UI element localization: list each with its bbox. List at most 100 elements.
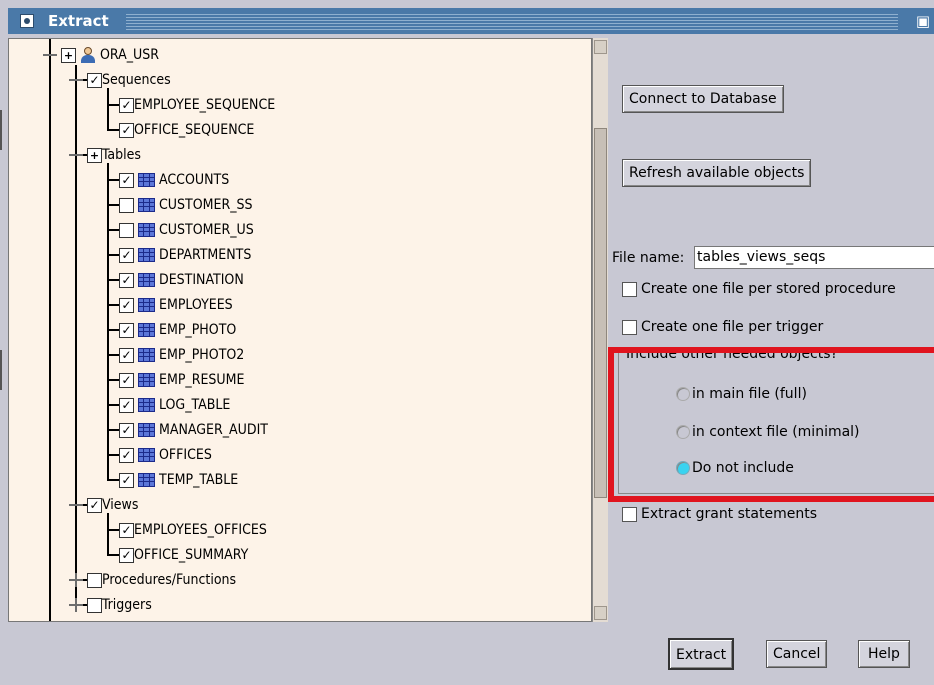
collapse-icon[interactable] bbox=[43, 48, 57, 62]
one-file-per-proc-checkbox[interactable]: Create one file per stored procedure bbox=[622, 281, 896, 297]
connect-button[interactable]: Connect to Database bbox=[622, 85, 784, 113]
one-file-per-trigger-checkbox[interactable]: Create one file per trigger bbox=[622, 319, 823, 335]
table-icon bbox=[138, 398, 155, 412]
collapse-icon[interactable] bbox=[69, 73, 83, 87]
checkbox-checked[interactable]: ✓ bbox=[119, 547, 134, 563]
tree-leaf-node[interactable]: ✓ EMPLOYEE_SEQUENCE bbox=[107, 93, 275, 117]
checkbox-box[interactable] bbox=[622, 319, 637, 335]
table-icon bbox=[138, 223, 155, 237]
title-bar[interactable]: Extract ▣ bbox=[8, 8, 934, 34]
connector bbox=[83, 154, 87, 156]
node-label: EMPLOYEES_OFFICES bbox=[134, 522, 267, 538]
node-label: Tables bbox=[102, 147, 141, 163]
tree-folder-node[interactable]: + Tables bbox=[69, 143, 141, 167]
scroll-thumb[interactable] bbox=[594, 128, 607, 498]
refresh-button[interactable]: Refresh available objects bbox=[622, 159, 812, 187]
window-menu-icon[interactable] bbox=[20, 14, 34, 28]
expand-icon[interactable] bbox=[69, 598, 83, 612]
one-file-per-trigger-label: Create one file per trigger bbox=[641, 319, 824, 335]
checkbox-checked[interactable]: ✓ bbox=[119, 372, 134, 388]
checkbox-box[interactable] bbox=[622, 281, 637, 297]
tree-leaf-node[interactable]: ✓ EMPLOYEES_OFFICES bbox=[107, 518, 267, 542]
maximize-icon[interactable]: ▣ bbox=[916, 12, 930, 30]
scroll-down-arrow-icon[interactable] bbox=[594, 606, 607, 620]
checkbox-unchecked[interactable] bbox=[87, 597, 102, 613]
connector bbox=[83, 79, 87, 81]
file-name-input[interactable]: tables_views_seqs bbox=[694, 246, 934, 269]
node-label: Sequences bbox=[102, 72, 171, 88]
title-stripes bbox=[126, 12, 898, 30]
grant-statements-checkbox[interactable]: Extract grant statements bbox=[622, 506, 817, 522]
table-icon bbox=[138, 448, 155, 462]
node-label: TEMP_TABLE bbox=[159, 472, 239, 488]
checkbox-checked[interactable]: ✓ bbox=[119, 397, 134, 413]
table-icon bbox=[138, 423, 155, 437]
checkbox-checked[interactable]: ✓ bbox=[119, 122, 134, 138]
level2-connector-line bbox=[107, 513, 109, 555]
extract-button[interactable]: Extract bbox=[668, 638, 735, 670]
highlight-box bbox=[608, 347, 934, 502]
node-label: Triggers bbox=[102, 597, 152, 613]
tree-scrollbar[interactable] bbox=[592, 38, 608, 622]
tree-leaf-node[interactable]: ✓ OFFICES bbox=[107, 443, 212, 467]
expand-box-icon[interactable]: + bbox=[61, 47, 76, 63]
object-tree[interactable]: + ORA_USR ✓ Sequences ✓ EMPLOYEE_SEQUENCE ✓ OFF… bbox=[8, 38, 592, 622]
checkbox-checked[interactable]: ✓ bbox=[119, 172, 134, 188]
tree-leaf-node[interactable]: ✓ DESTINATION bbox=[107, 268, 244, 292]
collapse-icon[interactable] bbox=[69, 498, 83, 512]
table-icon bbox=[138, 198, 155, 212]
checkbox-checked[interactable]: ✓ bbox=[119, 347, 134, 363]
checkbox-checked[interactable]: ✓ bbox=[119, 472, 134, 488]
checkbox-checked[interactable]: ✓ bbox=[119, 522, 134, 538]
tree-leaf-node[interactable]: ✓ OFFICE_SUMMARY bbox=[107, 543, 248, 567]
checkbox-checked[interactable]: ✓ bbox=[119, 272, 134, 288]
tree-folder-node[interactable]: ✓ Sequences bbox=[69, 68, 171, 92]
tree-leaf-node[interactable]: ✓ EMP_PHOTO2 bbox=[107, 343, 244, 367]
tree-leaf-node[interactable]: CUSTOMER_US bbox=[107, 218, 254, 242]
window-title: Extract bbox=[48, 12, 109, 30]
connector bbox=[83, 504, 87, 506]
checkbox-unchecked[interactable] bbox=[119, 222, 134, 238]
checkbox-checked[interactable]: ✓ bbox=[119, 447, 134, 463]
expand-box-icon[interactable]: + bbox=[87, 147, 102, 163]
table-icon bbox=[138, 298, 155, 312]
tree-leaf-node[interactable]: CUSTOMER_SS bbox=[107, 193, 253, 217]
collapse-icon[interactable] bbox=[69, 148, 83, 162]
tree-leaf-node[interactable]: ✓ ACCOUNTS bbox=[107, 168, 229, 192]
table-icon bbox=[138, 173, 155, 187]
table-icon bbox=[138, 248, 155, 262]
tree-leaf-node[interactable]: ✓ LOG_TABLE bbox=[107, 393, 230, 417]
tree-trunk-line bbox=[49, 39, 51, 621]
tree-folder-node[interactable]: Triggers bbox=[69, 593, 152, 617]
checkbox-unchecked[interactable] bbox=[87, 572, 102, 588]
cancel-button[interactable]: Cancel bbox=[766, 640, 828, 668]
checkbox-checked[interactable]: ✓ bbox=[119, 247, 134, 263]
tree-leaf-node[interactable]: ✓ EMP_PHOTO bbox=[107, 318, 236, 342]
expand-icon[interactable] bbox=[69, 573, 83, 587]
checkbox-checked[interactable]: ✓ bbox=[87, 72, 102, 88]
grant-statements-label: Extract grant statements bbox=[641, 506, 817, 522]
node-label: MANAGER_AUDIT bbox=[159, 422, 268, 438]
checkbox-unchecked[interactable] bbox=[119, 197, 134, 213]
scroll-up-arrow-icon[interactable] bbox=[594, 40, 607, 54]
tree-leaf-node[interactable]: ✓ OFFICE_SEQUENCE bbox=[107, 118, 254, 142]
checkbox-checked[interactable]: ✓ bbox=[119, 322, 134, 338]
checkbox-checked[interactable]: ✓ bbox=[119, 422, 134, 438]
checkbox-checked[interactable]: ✓ bbox=[119, 97, 134, 113]
checkbox-checked[interactable]: ✓ bbox=[87, 497, 102, 513]
tree-leaf-node[interactable]: ✓ EMP_RESUME bbox=[107, 368, 244, 392]
tree-leaf-node[interactable]: ✓ EMPLOYEES bbox=[107, 293, 233, 317]
tree-folder-node[interactable]: Procedures/Functions bbox=[69, 568, 236, 592]
tree-leaf-node[interactable]: ✓ DEPARTMENTS bbox=[107, 243, 251, 267]
button-bar: Extract Cancel Help bbox=[8, 622, 934, 685]
node-label: OFFICES bbox=[159, 447, 212, 463]
help-button[interactable]: Help bbox=[858, 640, 910, 668]
tree-leaf-node[interactable]: ✓ MANAGER_AUDIT bbox=[107, 418, 268, 442]
tree-root-label: ORA_USR bbox=[100, 47, 159, 63]
checkbox-box[interactable] bbox=[622, 506, 637, 522]
tree-leaf-node[interactable]: ✓ TEMP_TABLE bbox=[107, 468, 238, 492]
tree-folder-node[interactable]: ✓ Views bbox=[69, 493, 138, 517]
tree-root[interactable]: + ORA_USR bbox=[43, 43, 159, 67]
options-panel: Connect to Database Refresh available ob… bbox=[610, 38, 934, 622]
checkbox-checked[interactable]: ✓ bbox=[119, 297, 134, 313]
